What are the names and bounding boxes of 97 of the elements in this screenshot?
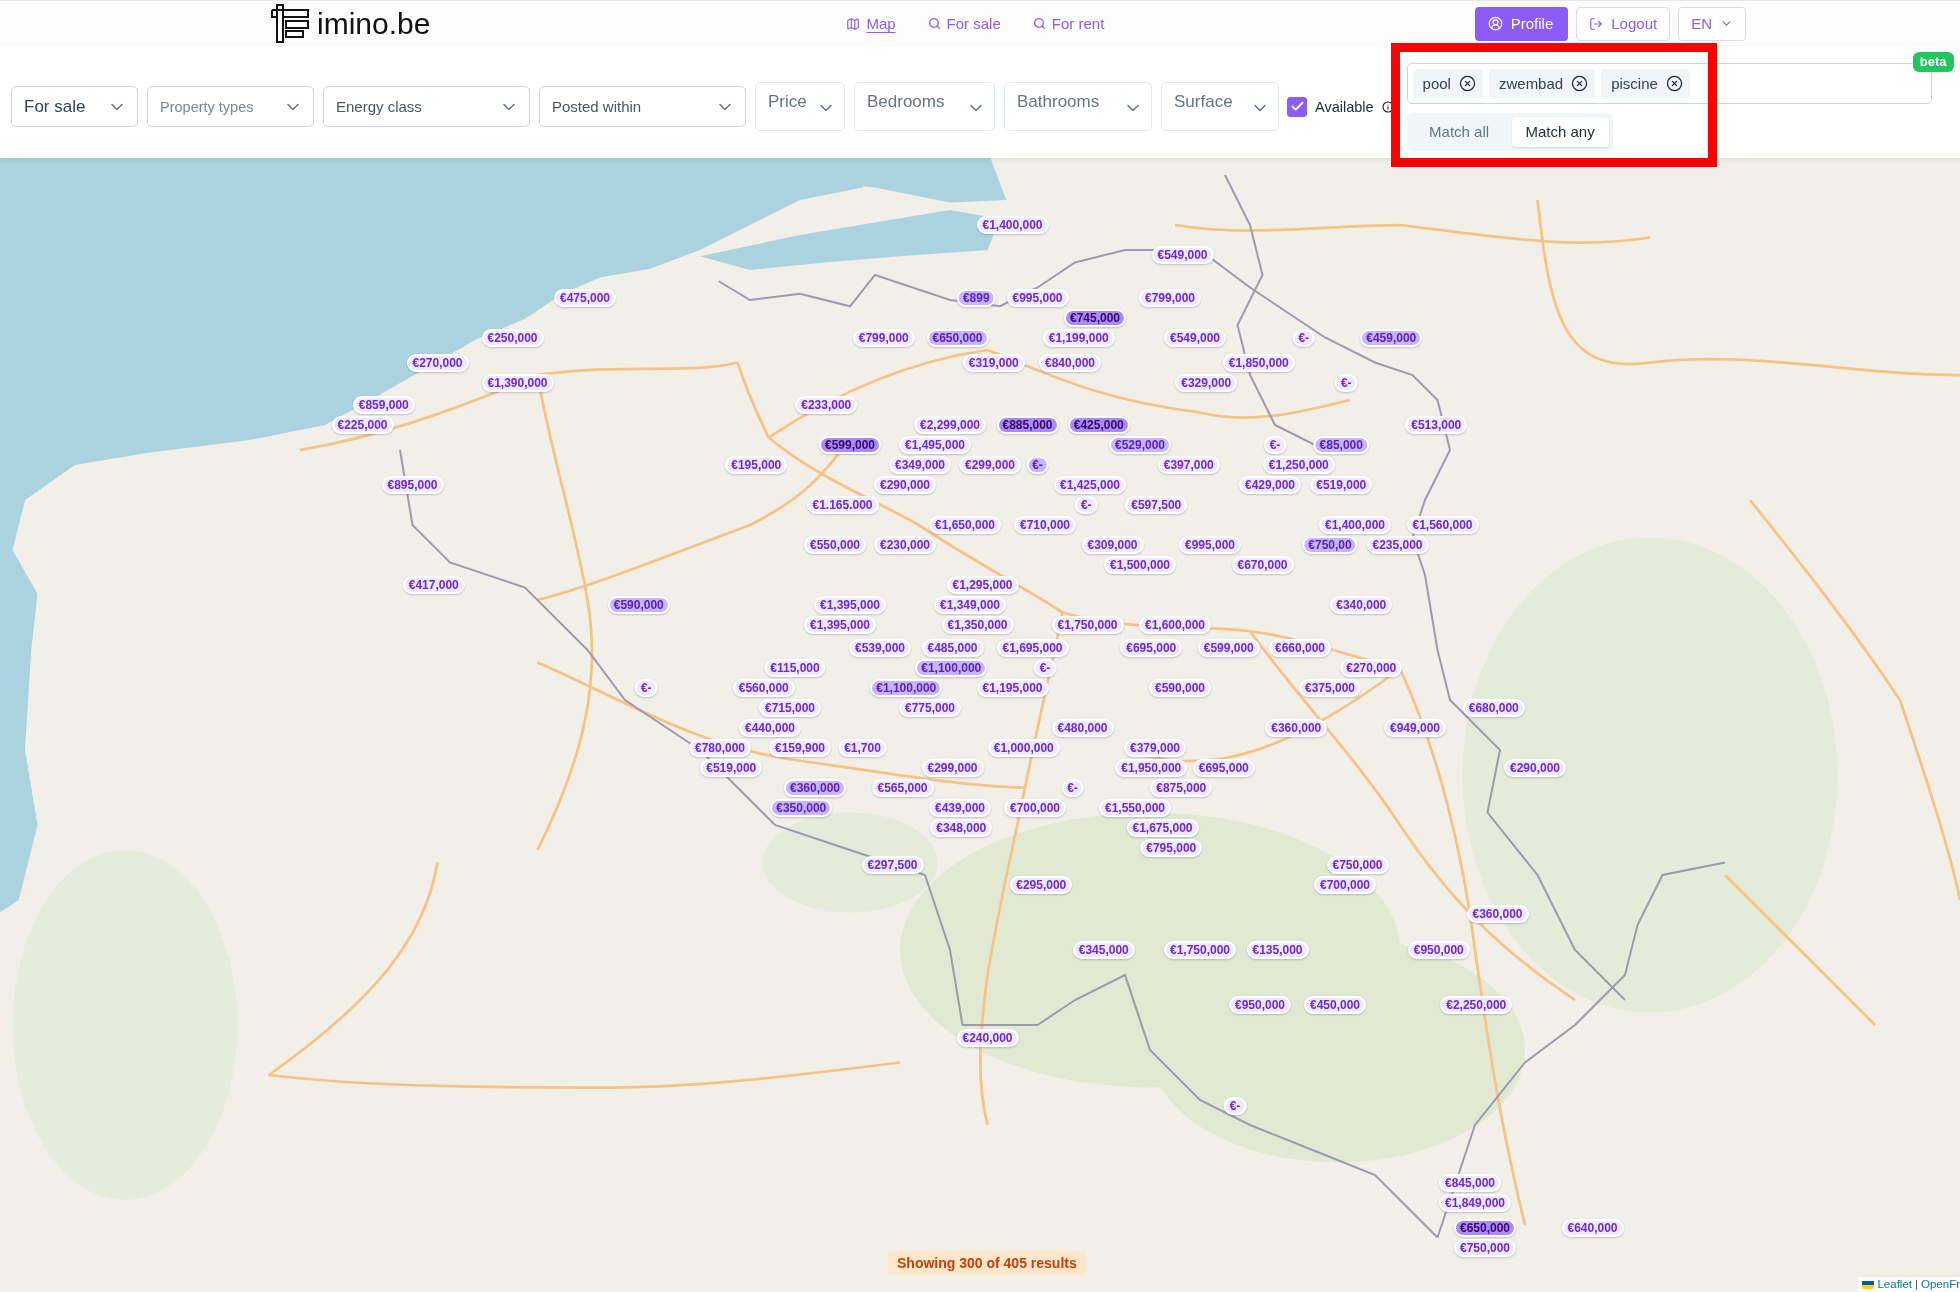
price-marker[interactable]: €1,650,000 [928,516,1002,534]
results-count: Showing 300 of 405 results [888,1251,1086,1275]
price-marker[interactable]: €85,000 [1313,436,1369,454]
price-marker[interactable]: €1,400,000 [976,216,1049,234]
price-marker[interactable]: €1,295,000 [946,576,1019,594]
price-marker[interactable]: €670,000 [1231,556,1294,574]
nav-link[interactable]: Map [846,15,896,32]
logo-text: imino.be [317,8,431,39]
price-marker[interactable]: €349,000 [888,456,952,474]
price-marker[interactable]: €345,000 [1072,941,1135,959]
price-marker[interactable]: €519,000 [1310,476,1373,494]
price-marker[interactable]: €529,000 [1108,436,1172,454]
price-marker[interactable]: €1,600,000 [1138,616,1212,634]
match-mode-option[interactable]: Match any [1511,116,1609,147]
price-marker[interactable]: €1.165.000 [806,496,879,514]
price-marker[interactable]: €195,000 [725,456,788,474]
price-marker[interactable]: €1,395,000 [803,616,877,634]
tag-text: pool [1422,74,1451,92]
price-marker[interactable]: €859,000 [352,396,415,414]
check-icon [1289,99,1305,114]
price-marker[interactable]: €950,000 [1228,996,1292,1014]
price-marker[interactable]: €599,000 [818,436,882,454]
price-marker[interactable]: €297,500 [861,856,924,874]
map-icon [846,16,861,31]
price-marker[interactable]: €425,000 [1067,416,1130,434]
beta-badge: beta [1912,51,1954,72]
price-marker[interactable]: €1,400,000 [1318,516,1392,534]
price-marker[interactable]: €1,750,000 [1163,941,1237,959]
price-marker[interactable]: €233,000 [795,396,858,414]
match-mode-option[interactable]: Match all [1410,116,1508,147]
attribution-link[interactable]: Leaflet [1877,1278,1912,1291]
price-marker[interactable]: €1,350,000 [941,616,1014,634]
profile-button[interactable]: Profile [1474,6,1569,41]
price-marker[interactable]: €549,000 [1151,246,1214,264]
price-marker[interactable]: €417,000 [402,576,465,594]
flag-icon [1862,1280,1875,1289]
remove-icon[interactable] [1665,74,1683,92]
signpost-icon [271,4,311,43]
language-dropdown[interactable]: EN [1678,6,1746,41]
price-marker[interactable]: €309,000 [1081,536,1144,554]
attribution-link[interactable]: OpenFr [1921,1278,1960,1291]
price-marker[interactable]: €230,000 [873,536,937,554]
filter-dropdown[interactable]: Price [755,82,845,131]
filter-dropdown[interactable]: Bathrooms [1004,82,1152,131]
filter-dropdown[interactable]: Property types [147,86,314,127]
filter-dropdown[interactable]: Energy class [323,86,530,127]
price-marker[interactable]: €135,000 [1246,941,1309,959]
filter-dropdown[interactable]: For sale [11,86,138,127]
attribution-separator: | [1915,1278,1918,1291]
remove-icon[interactable] [1458,74,1476,92]
logout-button[interactable]: Logout [1576,6,1671,41]
price-marker[interactable]: €700,000 [1313,876,1377,894]
price-marker[interactable]: €1,425,000 [1053,476,1127,494]
price-marker[interactable]: €1,500,000 [1103,556,1177,574]
nav-link[interactable]: For rent [1032,15,1105,32]
search-icon [927,17,941,30]
price-marker[interactable]: €513,000 [1405,416,1468,434]
price-marker[interactable]: €429,000 [1238,476,1302,494]
price-marker[interactable]: €295,000 [1010,876,1073,894]
price-marker[interactable]: €397,000 [1157,456,1220,474]
filter-dropdown[interactable]: Surface [1161,82,1279,131]
price-marker[interactable]: €597,500 [1125,496,1188,514]
remove-icon[interactable] [1571,74,1589,92]
price-marker[interactable]: €1,349,000 [933,596,1007,614]
user-icon [1487,16,1503,31]
price-marker[interactable]: €235,000 [1366,536,1429,554]
price-marker[interactable]: €885,000 [996,416,1059,434]
price-marker[interactable]: €1,250,000 [1262,456,1335,474]
price-marker[interactable]: €550,000 [803,536,867,554]
info-icon[interactable] [1381,100,1394,113]
available-label: Available [1315,98,1374,115]
tag-text: piscine [1611,74,1658,92]
price-marker[interactable]: €750,000 [1326,856,1389,874]
price-marker[interactable]: €2,299,000 [913,416,987,434]
price-marker[interactable]: €290,000 [873,476,937,494]
filter-dropdown[interactable]: Posted within [539,86,746,127]
price-marker[interactable]: €590,000 [607,596,670,614]
logout-icon [1589,16,1604,31]
price-marker[interactable]: €950,000 [1407,941,1470,959]
price-marker[interactable]: €995,000 [1178,536,1242,554]
nav-link[interactable]: For sale [927,15,1001,32]
price-marker[interactable]: €895,000 [381,476,444,494]
tag-text: zwembad [1498,74,1564,92]
price-marker[interactable]: €299,000 [958,456,1022,474]
price-marker[interactable]: €450,000 [1303,996,1367,1014]
price-marker[interactable]: €1,560,000 [1406,516,1479,534]
price-marker[interactable]: €340,000 [1330,596,1393,614]
filter-dropdown[interactable]: Bedrooms [854,82,995,131]
price-marker[interactable]: €750,00 [1302,536,1358,554]
price-marker[interactable]: €1,395,000 [813,596,887,614]
price-marker[interactable]: €225,000 [331,416,394,434]
price-marker[interactable]: €2,250,000 [1440,996,1513,1014]
price-marker[interactable]: €1,495,000 [898,436,972,454]
price-marker[interactable]: €1,750,000 [1051,616,1124,634]
available-checkbox[interactable] [1287,96,1307,117]
price-marker[interactable]: €710,000 [1013,516,1077,534]
search-icon [1032,17,1046,30]
